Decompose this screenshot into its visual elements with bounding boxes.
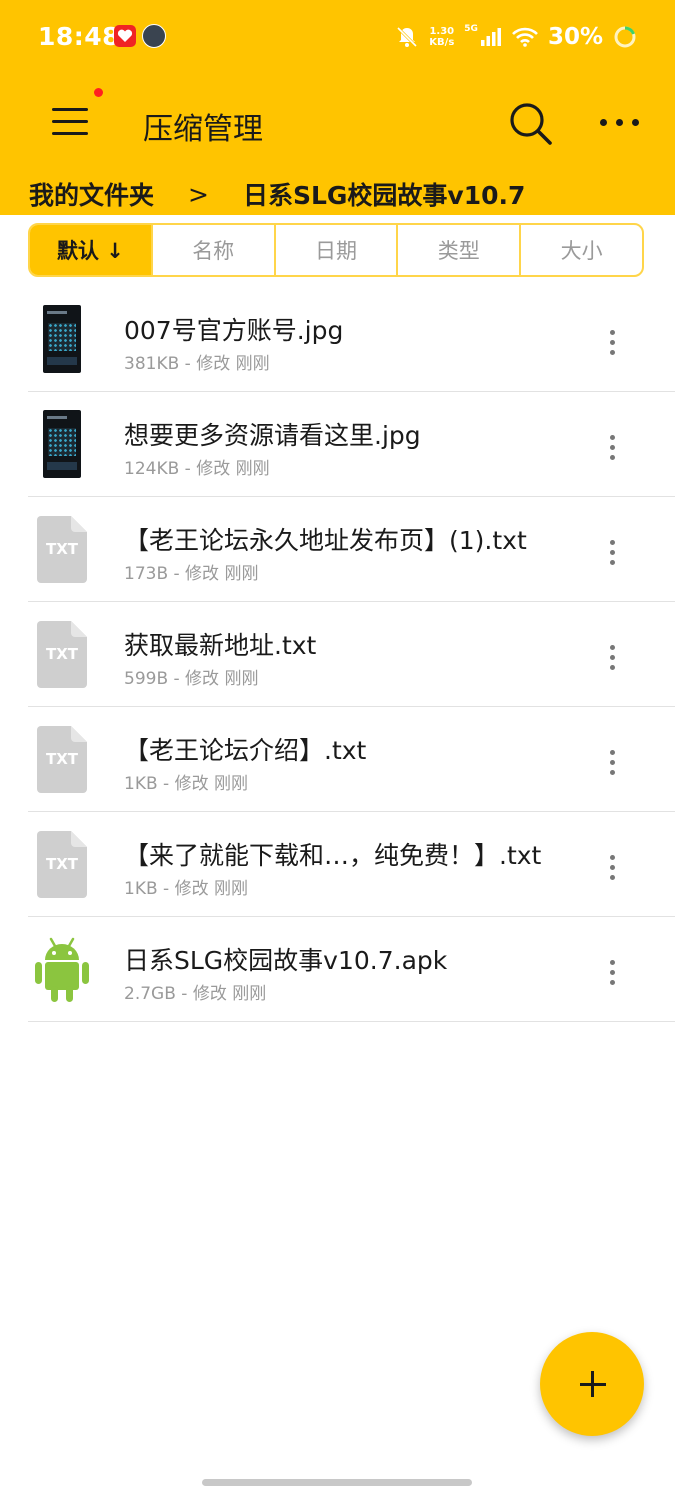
file-meta: 599B - 修改 刚刚 <box>124 669 259 689</box>
notification-app-icon <box>114 25 136 47</box>
network-type: 5G <box>464 24 478 34</box>
battery-percent: 30% <box>547 24 603 50</box>
file-meta: 381KB - 修改 刚刚 <box>124 354 270 374</box>
kebab-icon <box>610 540 615 545</box>
file-meta: 1KB - 修改 刚刚 <box>124 774 248 794</box>
home-indicator[interactable] <box>202 1479 472 1486</box>
sort-tab-name[interactable]: 名称 <box>153 225 276 275</box>
sort-tabs: 默认 ↓ 名称 日期 类型 大小 <box>28 223 644 277</box>
svg-text:TXT: TXT <box>46 540 79 558</box>
android-apk-icon <box>35 937 89 1002</box>
svg-text:TXT: TXT <box>46 645 79 663</box>
file-meta: 124KB - 修改 刚刚 <box>124 459 270 479</box>
signal-icon <box>480 28 501 46</box>
file-row[interactable]: TXT 【老王论坛介绍】.txt 1KB - 修改 刚刚 <box>28 707 675 812</box>
kebab-icon <box>610 750 615 755</box>
file-name: 想要更多资源请看这里.jpg <box>124 421 421 450</box>
search-button[interactable] <box>506 100 554 148</box>
hamburger-icon <box>52 108 88 111</box>
kebab-icon <box>610 960 615 965</box>
file-meta: 1KB - 修改 刚刚 <box>124 879 248 899</box>
notification-avatar-icon <box>142 24 166 48</box>
sort-tab-default[interactable]: 默认 ↓ <box>30 225 153 275</box>
status-time: 18:48 <box>38 22 121 51</box>
file-more-button[interactable] <box>600 957 624 987</box>
file-row[interactable]: 007号官方账号.jpg 381KB - 修改 刚刚 <box>28 287 675 392</box>
notification-dot <box>94 88 103 97</box>
more-options-button[interactable] <box>596 110 644 136</box>
top-app-bar: 18:48 1.30 KB/s 5G 30% 压缩管理 我的文件夹 > 日系SL… <box>0 0 675 215</box>
kebab-icon <box>610 330 615 335</box>
image-thumbnail-icon <box>43 305 81 373</box>
file-meta: 173B - 修改 刚刚 <box>124 564 259 584</box>
file-row[interactable]: 日系SLG校园故事v10.7.apk 2.7GB - 修改 刚刚 <box>28 917 675 1022</box>
menu-button[interactable] <box>48 100 94 144</box>
search-icon <box>510 103 552 145</box>
file-row[interactable]: TXT 获取最新地址.txt 599B - 修改 刚刚 <box>28 602 675 707</box>
file-name: 007号官方账号.jpg <box>124 316 344 345</box>
kebab-icon <box>610 435 615 440</box>
mute-bell-icon <box>397 26 418 48</box>
kebab-icon <box>610 645 615 650</box>
breadcrumb-root[interactable]: 我的文件夹 <box>29 176 154 212</box>
breadcrumb-separator-icon: > <box>188 179 209 209</box>
battery-ring-icon <box>614 26 636 48</box>
txt-file-icon: TXT <box>37 831 87 898</box>
file-name: 【老王论坛介绍】.txt <box>124 736 367 765</box>
file-meta: 2.7GB - 修改 刚刚 <box>124 984 267 1004</box>
file-more-button[interactable] <box>600 642 624 672</box>
file-row[interactable]: TXT 【老王论坛永久地址发布页】(1).txt 173B - 修改 刚刚 <box>28 497 675 602</box>
file-name: 日系SLG校园故事v10.7.apk <box>124 946 448 975</box>
file-row[interactable]: 想要更多资源请看这里.jpg 124KB - 修改 刚刚 <box>28 392 675 497</box>
txt-file-icon: TXT <box>37 516 87 583</box>
file-list: 007号官方账号.jpg 381KB - 修改 刚刚 想要更多资源请看这里.jp… <box>0 287 675 1022</box>
svg-text:TXT: TXT <box>46 855 79 873</box>
image-thumbnail-icon <box>43 410 81 478</box>
txt-file-icon: TXT <box>37 621 87 688</box>
wifi-icon <box>512 27 538 47</box>
breadcrumb: 我的文件夹 > 日系SLG校园故事v10.7 <box>29 176 525 212</box>
file-more-button[interactable] <box>600 432 624 462</box>
status-icons: 1.30 KB/s 5G 30% <box>395 22 637 52</box>
sort-tab-size[interactable]: 大小 <box>521 225 642 275</box>
sort-tab-type[interactable]: 类型 <box>398 225 522 275</box>
breadcrumb-current[interactable]: 日系SLG校园故事v10.7 <box>243 176 525 212</box>
file-more-button[interactable] <box>600 852 624 882</box>
sort-tab-date[interactable]: 日期 <box>276 225 399 275</box>
kebab-icon <box>610 855 615 860</box>
file-more-button[interactable] <box>600 327 624 357</box>
svg-text:TXT: TXT <box>46 750 79 768</box>
net-speed: 1.30 KB/s <box>429 26 455 48</box>
file-name: 【老王论坛永久地址发布页】(1).txt <box>124 526 527 555</box>
file-name: 【来了就能下载和…，纯免费！】.txt <box>124 841 542 870</box>
file-row[interactable]: TXT 【来了就能下载和…，纯免费！】.txt 1KB - 修改 刚刚 <box>28 812 675 917</box>
file-more-button[interactable] <box>600 747 624 777</box>
more-dots-icon <box>600 119 607 126</box>
file-more-button[interactable] <box>600 537 624 567</box>
add-button[interactable] <box>540 1332 644 1436</box>
page-title: 压缩管理 <box>143 112 263 147</box>
file-name: 获取最新地址.txt <box>124 631 317 660</box>
txt-file-icon: TXT <box>37 726 87 793</box>
